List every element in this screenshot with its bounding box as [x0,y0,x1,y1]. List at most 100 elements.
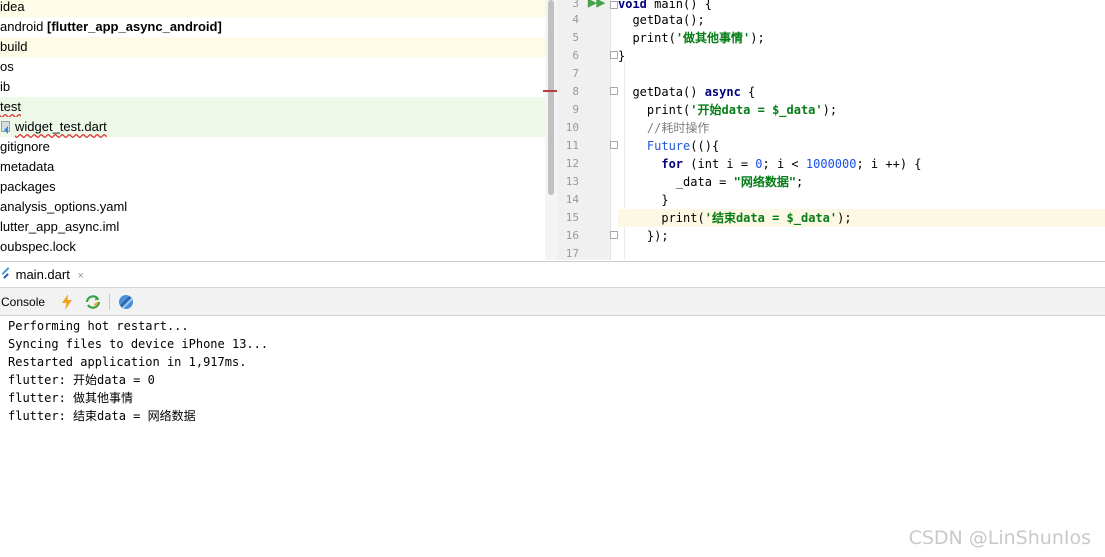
code-line: _data = "网络数据"; [618,173,1105,191]
code-token: 1000000 [805,157,857,171]
code-token: _data = [675,175,734,189]
run-gutter-icon[interactable]: ▶▶ [588,0,605,9]
tree-scrollbar-thumb[interactable] [548,0,554,195]
code-token: //耗时操作 [646,121,710,135]
tree-item-label: lutter_app_async.iml [0,219,120,234]
code-line: for (int i = 0; i < 1000000; i ++) { [618,155,1105,173]
tree-item-label: oubspec.lock [0,239,76,254]
line-number: 10 [565,121,579,134]
tree-item-label: packages [0,179,56,194]
code-token: print( [661,211,705,225]
hot-reload-icon[interactable] [58,293,76,311]
code-line: } [618,191,1105,209]
code-token: } [661,193,669,207]
code-line: } [618,47,1105,65]
code-token: print( [646,103,691,117]
tree-item-analysis-options[interactable]: analysis_options.yaml [0,197,545,217]
close-icon[interactable]: × [77,270,83,282]
tree-item-widget-test[interactable]: widget_test.dart [0,117,545,137]
tree-item-idea[interactable]: idea [0,0,545,17]
line-number: 11 [565,139,579,152]
tree-item-ios[interactable]: os [0,57,545,77]
tree-item-packages[interactable]: packages [0,177,545,197]
code-token: for [661,157,684,171]
line-number: 17 [565,247,579,260]
code-line: //耗时操作 [618,119,1105,137]
line-number: 5 [572,31,579,44]
tab-console[interactable]: Console [1,288,45,316]
tree-item-build[interactable]: build [0,37,545,57]
tree-item-label: analysis_options.yaml [0,199,128,214]
hot-restart-icon[interactable] [84,293,102,311]
fold-marker-icon[interactable] [610,87,618,95]
code-token: } [618,49,626,63]
code-token: Future [646,139,691,153]
code-line-current: print('结束data = $_data'); [618,209,1105,227]
watermark: CSDN @LinShunIos [908,527,1091,549]
code-token: async [704,85,741,99]
console-output[interactable]: Performing hot restart... Syncing files … [0,316,1105,557]
tree-item-label: ib [0,79,11,94]
code-token: void [618,0,647,11]
tree-item-iml[interactable]: lutter_app_async.iml [0,217,545,237]
code-line: getData() async { [618,83,1105,101]
line-number: 9 [572,103,579,116]
code-line: print('做其他事情'); [618,29,1105,47]
tree-item-label: os [0,59,14,74]
devtools-icon[interactable] [117,293,135,311]
tree-item-label: test [0,99,21,114]
line-number: 4 [572,13,579,26]
line-number: 7 [572,67,579,80]
tree-item-label: gitignore [0,139,50,154]
code-token: '结束data = $_data' [704,211,838,225]
tree-item-test[interactable]: test [0,97,545,117]
tree-item-module-name: [flutter_app_async_android] [47,19,222,34]
line-number: 16 [565,229,579,242]
tree-item-pubspec-lock[interactable]: oubspec.lock [0,237,545,257]
line-number: 13 [565,175,579,188]
code-editor[interactable]: 3 4 5 6 7 8 9 10 11 12 13 14 15 16 17 ▶▶… [557,0,1105,260]
fold-marker-icon[interactable] [610,1,618,9]
tree-item-label: metadata [0,159,55,174]
code-line: getData(); [618,11,1105,29]
code-token: getData() [632,85,705,99]
project-tree: idea android [flutter_app_async_android]… [0,0,545,260]
console-line: flutter: 做其他事情 [8,391,134,405]
code-line: }); [618,227,1105,245]
fold-marker-icon[interactable] [610,141,618,149]
code-token: '开始data = $_data' [690,103,823,117]
code-token: }); [646,229,669,243]
toolbar-separator [109,294,110,310]
code-token: "网络数据" [733,175,797,189]
console-toolbar: Console [0,288,1105,316]
tree-item-gitignore[interactable]: gitignore [0,137,545,157]
line-number: 15 [565,211,579,224]
tab-main-dart[interactable]: main.dart × [0,262,94,288]
fold-marker-icon[interactable] [610,51,618,59]
tree-item-android[interactable]: android [flutter_app_async_android] [0,17,545,37]
code-token: '做其他事情' [675,31,751,45]
run-tab-bar: main.dart × [0,261,1105,288]
line-number: 6 [572,49,579,62]
tree-item-label: build [0,39,28,54]
tree-item-label: android [0,19,44,34]
tree-item-metadata[interactable]: metadata [0,157,545,177]
error-marker [543,90,557,92]
line-number: 14 [565,193,579,206]
line-number: 12 [565,157,579,170]
code-line: print('开始data = $_data'); [618,101,1105,119]
code-token: main() { [646,0,712,11]
console-line: Restarted application in 1,917ms. [8,355,247,369]
code-line: Future((){ [618,137,1105,155]
flutter-icon [0,267,10,280]
code-token: print( [632,31,676,45]
code-token: (int i = [683,157,756,171]
code-token: ); [750,31,765,45]
dart-test-file-icon [0,120,13,134]
tree-item-lib[interactable]: ib [0,77,545,97]
code-token: { [740,85,756,99]
code-token: ; [796,175,804,189]
tree-item-label: widget_test.dart [15,119,107,134]
fold-marker-icon[interactable] [610,231,618,239]
code-token: ); [822,103,838,117]
